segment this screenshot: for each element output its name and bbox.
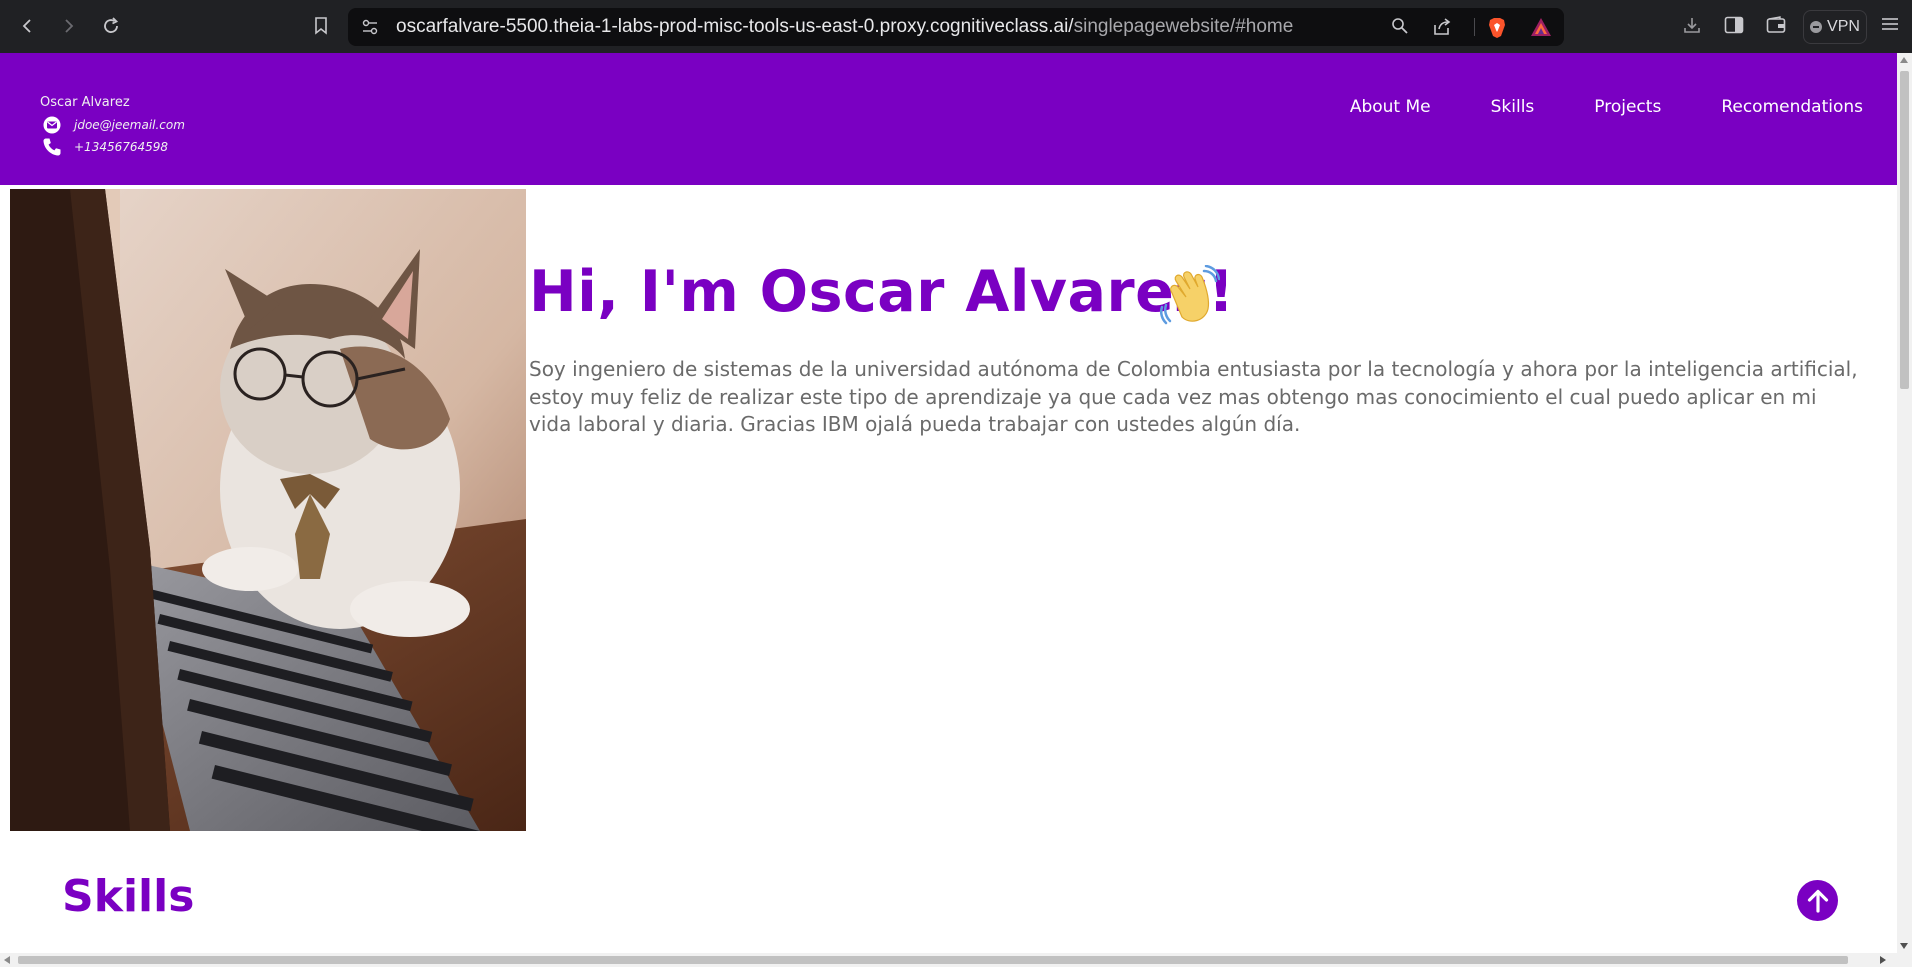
- scroll-down-arrow-icon[interactable]: [1900, 943, 1908, 949]
- menu-icon[interactable]: [1880, 16, 1900, 36]
- scroll-left-arrow-icon[interactable]: [4, 956, 10, 964]
- main-nav: About Me Skills Projects Recomendations: [1350, 97, 1897, 117]
- nav-projects[interactable]: Projects: [1594, 97, 1661, 117]
- hero-photo: [10, 189, 526, 831]
- scroll-right-arrow-icon[interactable]: [1880, 956, 1886, 964]
- reload-icon[interactable]: [99, 14, 123, 38]
- forward-arrow-icon[interactable]: [57, 14, 81, 38]
- wallet-icon[interactable]: [1766, 16, 1786, 36]
- contact-phone-link[interactable]: +13456764598: [74, 140, 168, 154]
- vertical-scrollbar[interactable]: [1897, 53, 1912, 953]
- nav-about-me[interactable]: About Me: [1350, 97, 1431, 117]
- brave-rewards-icon[interactable]: [1530, 17, 1551, 37]
- scroll-to-top-button[interactable]: [1797, 880, 1838, 921]
- arrow-up-icon: [1807, 889, 1828, 913]
- phone-icon: [42, 137, 62, 157]
- url-path: singlepagewebsite/#home: [1073, 16, 1294, 37]
- address-bar[interactable]: oscarfalvare-5500.theia-1-labs-prod-misc…: [348, 8, 1564, 46]
- bookmark-icon[interactable]: [309, 14, 333, 38]
- envelope-icon: [42, 115, 62, 135]
- address-divider: [1474, 18, 1475, 36]
- nav-recomendations[interactable]: Recomendations: [1721, 97, 1863, 117]
- nav-skills[interactable]: Skills: [1491, 97, 1535, 117]
- back-arrow-icon[interactable]: [15, 14, 39, 38]
- url-text[interactable]: oscarfalvare-5500.theia-1-labs-prod-misc…: [396, 8, 1293, 46]
- waving-hand-icon: [1159, 264, 1221, 327]
- contact-name: Oscar Alvarez: [40, 95, 130, 110]
- vpn-label: VPN: [1827, 18, 1860, 35]
- brave-shields-icon[interactable]: [1487, 17, 1507, 38]
- sidebar-icon[interactable]: [1724, 16, 1744, 36]
- skills-heading: Skills: [62, 871, 195, 922]
- site-settings-icon[interactable]: [362, 19, 378, 35]
- hero-title: Hi, I'm Oscar Alvarez!: [529, 259, 1235, 325]
- vpn-status-icon: [1810, 21, 1823, 33]
- contact-phone-row: +13456764598: [42, 137, 168, 157]
- share-icon[interactable]: [1432, 17, 1452, 37]
- contact-email-link[interactable]: jdoe@jeemail.com: [74, 118, 185, 132]
- url-host: oscarfalvare-5500.theia-1-labs-prod-misc…: [396, 16, 1074, 37]
- browser-toolbar: oscarfalvare-5500.theia-1-labs-prod-misc…: [0, 0, 1912, 53]
- horizontal-scrollbar[interactable]: [0, 953, 1912, 967]
- web-page: Oscar Alvarez jdoe@jeemail.com +13456764…: [0, 53, 1897, 953]
- scroll-up-arrow-icon[interactable]: [1900, 57, 1908, 63]
- zoom-icon[interactable]: [1390, 17, 1410, 37]
- download-icon[interactable]: [1682, 16, 1702, 36]
- vertical-scroll-thumb[interactable]: [1900, 71, 1909, 389]
- hero-description: Soy ingeniero de sistemas de la universi…: [529, 357, 1858, 436]
- site-header: Oscar Alvarez jdoe@jeemail.com +13456764…: [0, 53, 1897, 185]
- horizontal-scroll-thumb[interactable]: [18, 956, 1848, 964]
- vpn-button[interactable]: VPN: [1803, 10, 1867, 44]
- contact-email-row: jdoe@jeemail.com: [42, 115, 185, 135]
